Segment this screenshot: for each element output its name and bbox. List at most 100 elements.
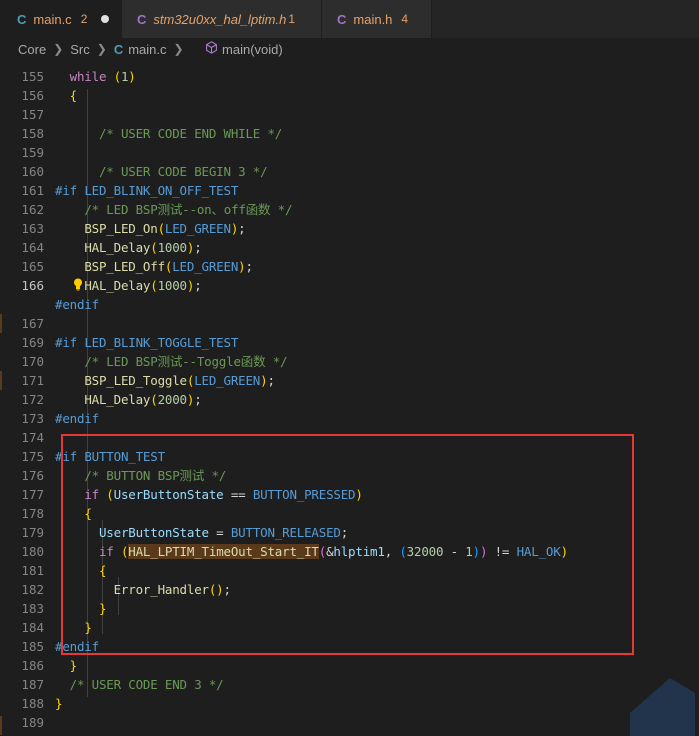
code-text: BSP_LED_Toggle(LED_GREEN);: [84, 373, 275, 388]
code-text: #endif: [55, 297, 99, 312]
code-text: }: [55, 696, 63, 711]
line-number: 160: [21, 164, 44, 179]
code-line[interactable]: 160 /* USER CODE BEGIN 3 */: [0, 162, 699, 181]
line-number: 166: [21, 278, 44, 293]
tab-label: main.c: [33, 11, 72, 27]
line-number: 183: [21, 601, 44, 616]
line-number: 178: [21, 506, 44, 521]
line-number: 186: [21, 658, 44, 673]
code-line[interactable]: 169 #if LED_BLINK_TOGGLE_TEST: [0, 333, 699, 352]
watermark-logo-icon: [630, 678, 695, 736]
line-number: 189: [21, 715, 44, 730]
code-line[interactable]: 189: [0, 713, 699, 732]
problem-count-badge: 4: [401, 12, 409, 26]
line-number: 173: [21, 411, 44, 426]
breadcrumb-item-core[interactable]: Core: [18, 42, 46, 57]
code-text: HAL_Delay(1000);: [84, 240, 202, 255]
chevron-right-icon: ❯: [96, 42, 107, 56]
code-line[interactable]: 158 /* USER CODE END WHILE */: [0, 124, 699, 143]
tab-main-h[interactable]: C main.h 4: [322, 0, 432, 38]
tab-label: stm32u0xx_hal_lptim.h: [153, 11, 287, 27]
tab-stm32u0xx-hal-lptim-h[interactable]: C stm32u0xx_hal_lptim.h 1: [122, 0, 322, 38]
line-number: 179: [21, 525, 44, 540]
code-line[interactable]: 170 /* LED BSP测试--Toggle函数 */: [0, 352, 699, 371]
tab-label: main.h: [353, 11, 393, 27]
code-line[interactable]: 173 #endif: [0, 409, 699, 428]
line-number: 172: [21, 392, 44, 407]
code-line[interactable]: 161 #if LED_BLINK_ON_OFF_TEST: [0, 181, 699, 200]
unsaved-dot-icon[interactable]: [101, 15, 110, 23]
line-number: 181: [21, 563, 44, 578]
line-number: 174: [21, 430, 44, 445]
breadcrumb-item-file[interactable]: main.c: [128, 42, 166, 57]
line-number: 171: [21, 373, 44, 388]
code-text: while (1): [69, 69, 136, 84]
c-file-icon: C: [17, 11, 27, 27]
code-text: /* LED BSP测试--on、off函数 */: [84, 202, 293, 217]
code-line[interactable]: 159: [0, 143, 699, 162]
code-text: HAL_Delay(1000);: [84, 278, 202, 293]
c-header-file-icon: C: [137, 11, 147, 27]
code-text: /* USER CODE BEGIN 3 */: [98, 164, 268, 179]
breadcrumb: Core ❯ Src ❯ C main.c ❯ main(void): [0, 38, 699, 60]
code-text: {: [69, 88, 78, 103]
line-number: 187: [21, 677, 44, 692]
line-number: 163: [21, 221, 44, 236]
line-number: 164: [21, 240, 44, 255]
chevron-right-icon: ❯: [53, 42, 64, 56]
code-text: }: [69, 658, 78, 673]
line-number: 175: [21, 449, 44, 464]
line-number: 184: [21, 620, 44, 635]
code-text: #if LED_BLINK_TOGGLE_TEST: [55, 335, 239, 350]
code-line[interactable]: 171 BSP_LED_Toggle(LED_GREEN);: [0, 371, 699, 390]
highlight-box: [61, 434, 634, 655]
code-line[interactable]: #endif: [0, 295, 699, 314]
code-text: /* USER CODE END 3 */: [69, 677, 224, 692]
code-line[interactable]: 165 BSP_LED_Off(LED_GREEN);: [0, 257, 699, 276]
c-header-file-icon: C: [337, 11, 347, 27]
line-number: 167: [21, 316, 44, 331]
code-line[interactable]: 155 while (1): [0, 67, 699, 86]
breadcrumb-item-symbol[interactable]: main(void): [222, 42, 283, 57]
code-line[interactable]: 164 HAL_Delay(1000);: [0, 238, 699, 257]
code-line[interactable]: 187 /* USER CODE END 3 */: [0, 675, 699, 694]
code-line[interactable]: 188}: [0, 694, 699, 713]
line-number: 156: [21, 88, 44, 103]
tab-bar: C main.c 2 C stm32u0xx_hal_lptim.h 1 C m…: [0, 0, 699, 38]
code-line[interactable]: 157: [0, 105, 699, 124]
code-line[interactable]: 172 HAL_Delay(2000);: [0, 390, 699, 409]
code-line[interactable]: 186 }: [0, 656, 699, 675]
line-number: 188: [21, 696, 44, 711]
line-number: 159: [21, 145, 44, 160]
line-number: 155: [21, 69, 44, 84]
line-number: 169: [21, 335, 44, 350]
c-file-icon: C: [113, 41, 124, 57]
code-text: #endif: [55, 411, 99, 426]
code-text: BSP_LED_Off(LED_GREEN);: [84, 259, 253, 274]
line-number: 182: [21, 582, 44, 597]
line-number: 170: [21, 354, 44, 369]
line-number: 165: [21, 259, 44, 274]
code-line[interactable]: 167: [0, 314, 699, 333]
code-line[interactable]: 166 HAL_Delay(1000);: [0, 276, 699, 295]
line-number: 158: [21, 126, 44, 141]
line-number: 185: [21, 639, 44, 654]
code-text: /* USER CODE END WHILE */: [98, 126, 283, 141]
line-number: 161: [21, 183, 44, 198]
code-line[interactable]: 156 {: [0, 86, 699, 105]
problem-count-badge: 1: [288, 12, 296, 26]
code-text: HAL_Delay(2000);: [84, 392, 202, 407]
code-text: BSP_LED_On(LED_GREEN);: [84, 221, 246, 236]
line-number: 180: [21, 544, 44, 559]
line-number: 162: [21, 202, 44, 217]
code-text: #if LED_BLINK_ON_OFF_TEST: [55, 183, 239, 198]
breadcrumb-item-src[interactable]: Src: [70, 42, 90, 57]
line-number: 157: [21, 107, 44, 122]
code-line[interactable]: 163 BSP_LED_On(LED_GREEN);: [0, 219, 699, 238]
code-line[interactable]: 162 /* LED BSP测试--on、off函数 */: [0, 200, 699, 219]
chevron-right-icon: ❯: [173, 42, 184, 56]
tab-main-c[interactable]: C main.c 2: [0, 0, 122, 38]
problem-count-badge: 2: [80, 12, 88, 26]
code-text: /* LED BSP测试--Toggle函数 */: [84, 354, 288, 369]
line-number: 176: [21, 468, 44, 483]
